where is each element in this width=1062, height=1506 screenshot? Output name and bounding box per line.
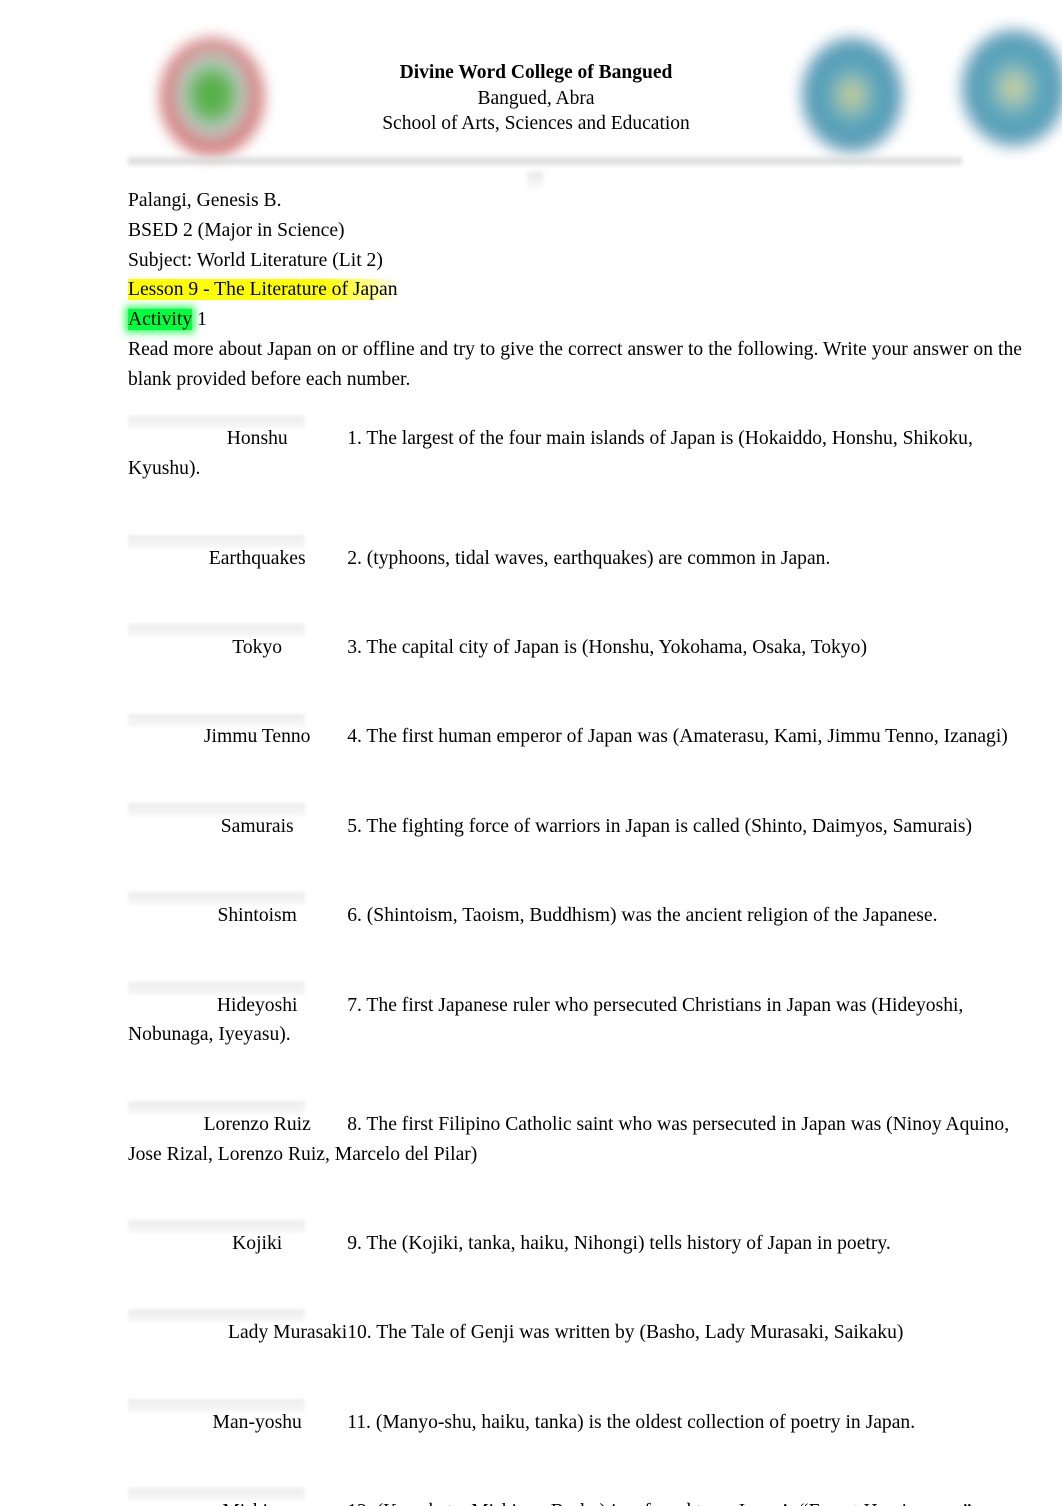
institution-location: Bangued, Abra bbox=[477, 87, 595, 109]
activity1-heading: Activity 1 bbox=[128, 305, 1022, 335]
answer-text: Hideyoshi bbox=[216, 994, 298, 1016]
answer-text: Lady Murasaki bbox=[228, 1322, 348, 1344]
lesson-title-line: Lesson 9 - The Literature of Japan bbox=[128, 275, 1022, 305]
answer-text: Man-yoshu bbox=[212, 1411, 302, 1433]
activity1-heading-label: Activity bbox=[128, 309, 193, 331]
question-text: 9. The (Kojiki, tanka, haiku, Nihongi) t… bbox=[347, 1232, 891, 1254]
activity1-item-list: Honshu 1. The largest of the four main is… bbox=[128, 395, 1022, 1506]
quiz-item: Hideyoshi 7. The first Japanese ruler who… bbox=[128, 961, 1022, 1080]
answer-text: Lorenzo Ruiz bbox=[203, 1113, 311, 1135]
question-text: 3. The capital city of Japan is (Honshu,… bbox=[347, 636, 867, 658]
quiz-item: Earthquakes 2. (typhoons, tidal waves, ea… bbox=[128, 514, 1022, 603]
document-page: Divine Word College of Bangued Bangued, … bbox=[0, 0, 1062, 1506]
quiz-item: Mishima12. (Kawabata, Mishima, Basho) is… bbox=[128, 1467, 1022, 1506]
answer-text: Mishima bbox=[167, 1497, 347, 1506]
student-subject: Subject: World Literature (Lit 2) bbox=[128, 249, 383, 271]
school-seal-logo bbox=[800, 36, 904, 154]
dwcb-seal-logo bbox=[160, 38, 264, 156]
student-name: Palangi, Genesis B. bbox=[128, 190, 282, 211]
document-header: Divine Word College of Bangued Bangued, … bbox=[0, 0, 1062, 192]
question-text: 6. (Shintoism, Taoism, Buddhism) was the… bbox=[347, 905, 938, 927]
question-text: 10. The Tale of Genji was written by (Ba… bbox=[347, 1322, 904, 1344]
quiz-item: Man-yoshu 11. (Manyo-shu, haiku, tanka) i… bbox=[128, 1378, 1022, 1467]
quiz-item: Tokyo 3. The capital city of Japan is (Ho… bbox=[128, 603, 1022, 692]
answer-text: Shintoism bbox=[217, 905, 297, 927]
document-body: Palangi, Genesis B. BSED 2 (Major in Sci… bbox=[128, 186, 1022, 1506]
answer-text: Kojiki bbox=[232, 1232, 283, 1254]
header-divider bbox=[128, 155, 962, 167]
answer-text: Earthquakes bbox=[208, 547, 306, 569]
quiz-item: Jimmu Tenno 4. The first human emperor of… bbox=[128, 693, 1022, 782]
quiz-item: Samurais 5. The fighting force of warrior… bbox=[128, 782, 1022, 871]
question-text: 5. The fighting force of warriors in Jap… bbox=[347, 815, 973, 837]
quiz-item: Lady Murasaki10. The Tale of Genji was w… bbox=[128, 1288, 1022, 1377]
answer-text: Honshu bbox=[226, 428, 288, 450]
quiz-item: Shintoism 6. (Shintoism, Taoism, Buddhism… bbox=[128, 871, 1022, 960]
question-text: 11. (Manyo-shu, haiku, tanka) is the old… bbox=[347, 1411, 916, 1433]
question-text: 12. (Kawabata, Mishima, Basho) is referr… bbox=[347, 1501, 971, 1506]
header-title-block: Divine Word College of Bangued Bangued, … bbox=[300, 60, 772, 137]
answer-text: Samurais bbox=[220, 815, 294, 837]
quiz-item: Kojiki 9. The (Kojiki, tanka, haiku, Niho… bbox=[128, 1199, 1022, 1288]
activity1-heading-number: 1 bbox=[192, 309, 207, 331]
answer-text: Tokyo bbox=[232, 636, 283, 658]
student-course: BSED 2 (Major in Science) bbox=[128, 219, 345, 241]
school-seal-logo-2 bbox=[960, 28, 1062, 148]
institution-name: Divine Word College of Bangued bbox=[399, 62, 673, 83]
quiz-item: Lorenzo Ruiz 8. The first Filipino Cathol… bbox=[128, 1080, 1022, 1199]
question-text: 4. The first human emperor of Japan was … bbox=[347, 726, 1008, 748]
quiz-item: Honshu 1. The largest of the four main is… bbox=[128, 395, 1022, 514]
activity1-instructions: Read more about Japan on or offline and … bbox=[128, 338, 1022, 390]
institution-department: School of Arts, Sciences and Education bbox=[382, 113, 690, 134]
answer-text: Jimmu Tenno bbox=[203, 726, 311, 748]
lesson-title: Lesson 9 - The Literature of Japan bbox=[128, 279, 398, 301]
question-text: 2. (typhoons, tidal waves, earthquakes) … bbox=[347, 547, 831, 569]
